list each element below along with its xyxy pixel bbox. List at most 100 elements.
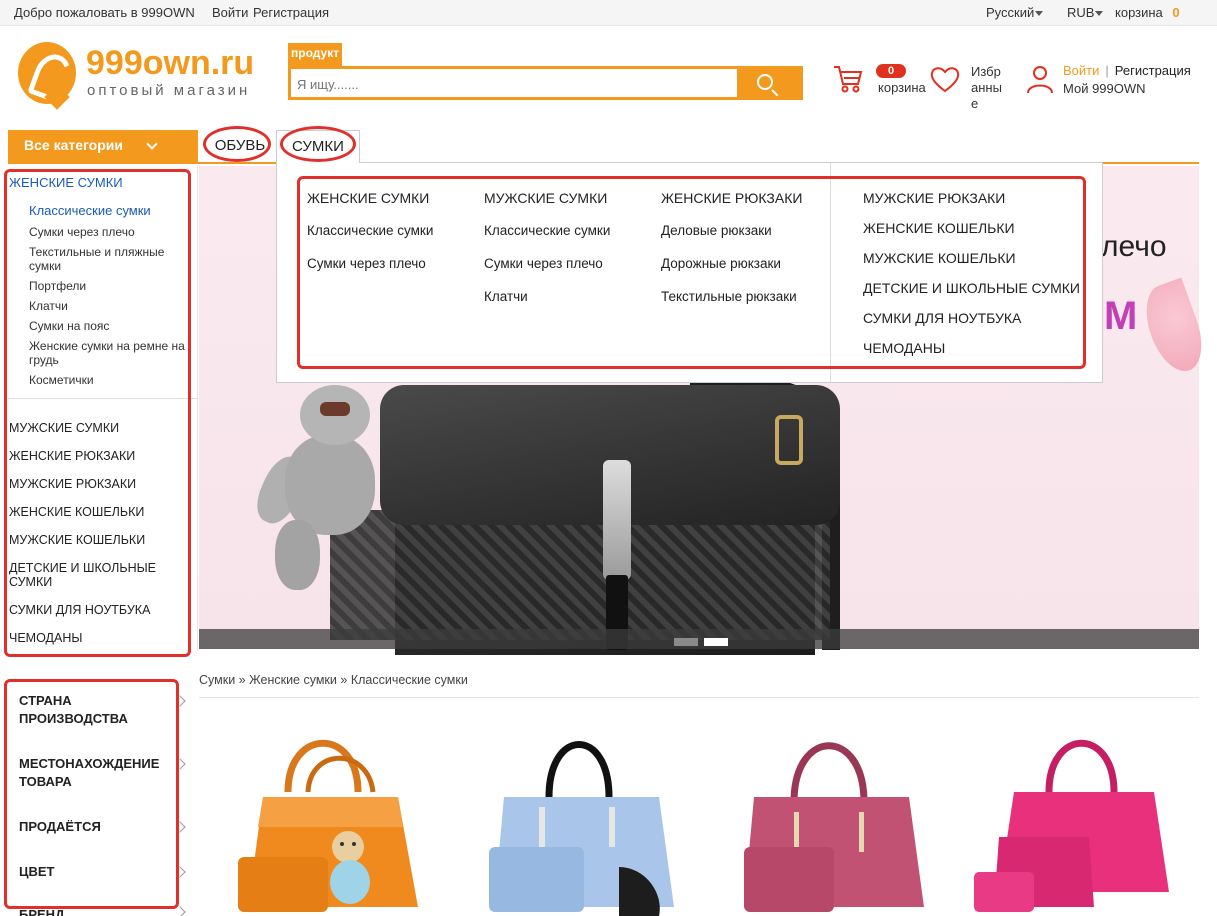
banner-bear-leg: [275, 520, 320, 590]
filter-brand[interactable]: БРЕНД: [19, 906, 169, 916]
welcome-text: Добро пожаловать в 999OWN: [14, 5, 195, 20]
top-cart-link[interactable]: корзина 0: [1115, 5, 1180, 20]
search-button[interactable]: [737, 69, 800, 97]
chevron-right-icon[interactable]: [174, 758, 186, 770]
sidebar-sub-item[interactable]: Клатчи: [29, 299, 189, 313]
mega-right-item[interactable]: ЖЕНСКИЕ КОШЕЛЬКИ: [863, 220, 1015, 236]
banner-zipper: [603, 460, 631, 580]
currency-select[interactable]: RUB: [1067, 5, 1104, 20]
product-image: [974, 739, 1169, 912]
chevron-right-icon[interactable]: [174, 866, 186, 878]
cart-icon[interactable]: [833, 64, 863, 94]
sidebar-sub-item[interactable]: Сумки на пояс: [29, 319, 189, 333]
user-icon[interactable]: [1025, 64, 1055, 94]
chevron-right-icon[interactable]: [174, 821, 186, 833]
all-categories-button[interactable]: Все категории: [8, 130, 198, 162]
sidebar-item[interactable]: МУЖСКИЕ РЮКЗАКИ: [9, 477, 184, 491]
mega-col3-item[interactable]: Деловые рюкзаки: [661, 223, 772, 238]
cart-count-badge: 0: [876, 64, 906, 78]
language-select[interactable]: Русский: [986, 5, 1044, 20]
mega-col2-item[interactable]: Сумки через плечо: [484, 256, 603, 271]
my-account-link[interactable]: Мой 999OWN: [1063, 81, 1146, 96]
sidebar-heading[interactable]: ЖЕНСКИЕ СУМКИ: [9, 175, 123, 190]
breadcrumb: Сумки » Женские сумки » Классические сум…: [199, 673, 468, 687]
logo-name[interactable]: 999own.ru: [86, 44, 254, 83]
account-links: Войти | Регистрация: [1063, 63, 1191, 78]
search-category-tag[interactable]: продукт: [288, 43, 343, 67]
sidebar-item[interactable]: СУМКИ ДЛЯ НОУТБУКА: [9, 603, 184, 617]
tab-shoes[interactable]: ОБУВЬ: [210, 130, 270, 162]
banner-buckle: [775, 415, 803, 465]
sidebar-item[interactable]: ЧЕМОДАНЫ: [9, 631, 184, 645]
sidebar-sub-item[interactable]: Портфели: [29, 279, 189, 293]
sidebar-item[interactable]: ЖЕНСКИЕ РЮКЗАКИ: [9, 449, 184, 463]
mega-col2-heading[interactable]: МУЖСКИЕ СУМКИ: [484, 190, 607, 206]
cart-label[interactable]: корзина: [878, 80, 926, 95]
top-cart-label: корзина: [1115, 5, 1163, 20]
filter-location[interactable]: МЕСТОНАХОЖДЕНИЕ ТОВАРА: [19, 755, 169, 791]
mega-col1-item[interactable]: Сумки через плечо: [307, 256, 426, 271]
chevron-right-icon[interactable]: [174, 906, 186, 916]
heart-icon[interactable]: [930, 65, 960, 93]
mega-col1-item[interactable]: Классические сумки: [307, 223, 433, 238]
sidebar-item[interactable]: МУЖСКИЕ СУМКИ: [9, 421, 184, 435]
logo-icon[interactable]: [18, 42, 76, 104]
sidebar-sub-item[interactable]: Косметички: [29, 373, 189, 387]
currency-value: RUB: [1067, 5, 1095, 20]
divider: [197, 166, 198, 649]
mega-col2-item[interactable]: Клатчи: [484, 289, 528, 304]
sidebar-divider: [8, 398, 198, 399]
product-image: [238, 739, 418, 912]
product-card[interactable]: [969, 717, 1194, 916]
slider-dot-2[interactable]: [704, 638, 728, 646]
mega-right-item[interactable]: МУЖСКИЕ КОШЕЛЬКИ: [863, 250, 1016, 266]
search-input[interactable]: [297, 73, 737, 95]
all-categories-label: Все категории: [24, 137, 123, 153]
product-card[interactable]: [719, 717, 944, 916]
sidebar-item[interactable]: ЖЕНСКИЕ КОШЕЛЬКИ: [9, 505, 184, 519]
mega-col3-item[interactable]: Дорожные рюкзаки: [661, 256, 781, 271]
banner-text-1: лечо: [1101, 230, 1167, 263]
mega-col1-heading[interactable]: ЖЕНСКИЕ СУМКИ: [307, 190, 429, 206]
tab-bags[interactable]: СУМКИ: [276, 130, 360, 163]
product-card[interactable]: [218, 717, 443, 916]
sidebar-sub-item-active[interactable]: Классические сумки: [29, 204, 189, 218]
mega-right-item[interactable]: МУЖСКИЕ РЮКЗАКИ: [863, 190, 1005, 206]
product-card[interactable]: [469, 717, 694, 916]
breadcrumb-item[interactable]: Сумки: [199, 673, 235, 687]
filter-sold[interactable]: ПРОДАЁТСЯ: [19, 818, 169, 836]
top-cart-count: 0: [1172, 5, 1180, 20]
chevron-down-icon: [146, 138, 158, 150]
filter-color[interactable]: ЦВЕТ: [19, 863, 169, 881]
login-link[interactable]: Войти: [1063, 63, 1099, 78]
search-icon: [757, 74, 773, 90]
mega-right-item[interactable]: ЧЕМОДАНЫ: [863, 340, 945, 356]
sidebar-sub-item[interactable]: Текстильные и пляжные сумки: [29, 245, 189, 273]
favorites-label[interactable]: Избр анны е: [971, 64, 1011, 112]
top-register-link[interactable]: Регистрация: [253, 5, 329, 20]
sidebar-sub-item[interactable]: Женские сумки на ремне на грудь: [29, 339, 189, 367]
sidebar-item[interactable]: ДЕТСКИЕ И ШКОЛЬНЫЕ СУМКИ: [9, 561, 169, 589]
breadcrumb-divider: [199, 697, 1199, 698]
breadcrumb-item[interactable]: Женские сумки: [249, 673, 337, 687]
sidebar-item[interactable]: МУЖСКИЕ КОШЕЛЬКИ: [9, 533, 184, 547]
chevron-down-icon: [1035, 11, 1044, 17]
breadcrumb-item-current: Классические сумки: [350, 673, 468, 687]
product-image: [489, 741, 674, 916]
banner-text-2: M: [1104, 294, 1138, 338]
mega-col2-item[interactable]: Классические сумки: [484, 223, 610, 238]
search-box: [288, 66, 803, 100]
slider-dot-1[interactable]: [674, 638, 698, 646]
mega-right-item[interactable]: ДЕТСКИЕ И ШКОЛЬНЫЕ СУМКИ: [863, 280, 1080, 296]
mega-right-item[interactable]: СУМКИ ДЛЯ НОУТБУКА: [863, 310, 1021, 326]
sidebar-sub-item[interactable]: Сумки через плечо: [29, 225, 189, 239]
logo-tagline: оптовый магазин: [87, 82, 251, 99]
filter-country[interactable]: СТРАНА ПРОИЗВОДСТВА: [19, 692, 169, 728]
chevron-down-icon: [1095, 11, 1104, 17]
register-link[interactable]: Регистрация: [1115, 63, 1191, 78]
top-login-link[interactable]: Войти: [212, 5, 248, 20]
chevron-right-icon[interactable]: [174, 695, 186, 707]
mega-col3-item[interactable]: Текстильные рюкзаки: [661, 289, 797, 304]
breadcrumb-separator: »: [238, 673, 246, 687]
mega-col3-heading[interactable]: ЖЕНСКИЕ РЮКЗАКИ: [661, 190, 802, 206]
